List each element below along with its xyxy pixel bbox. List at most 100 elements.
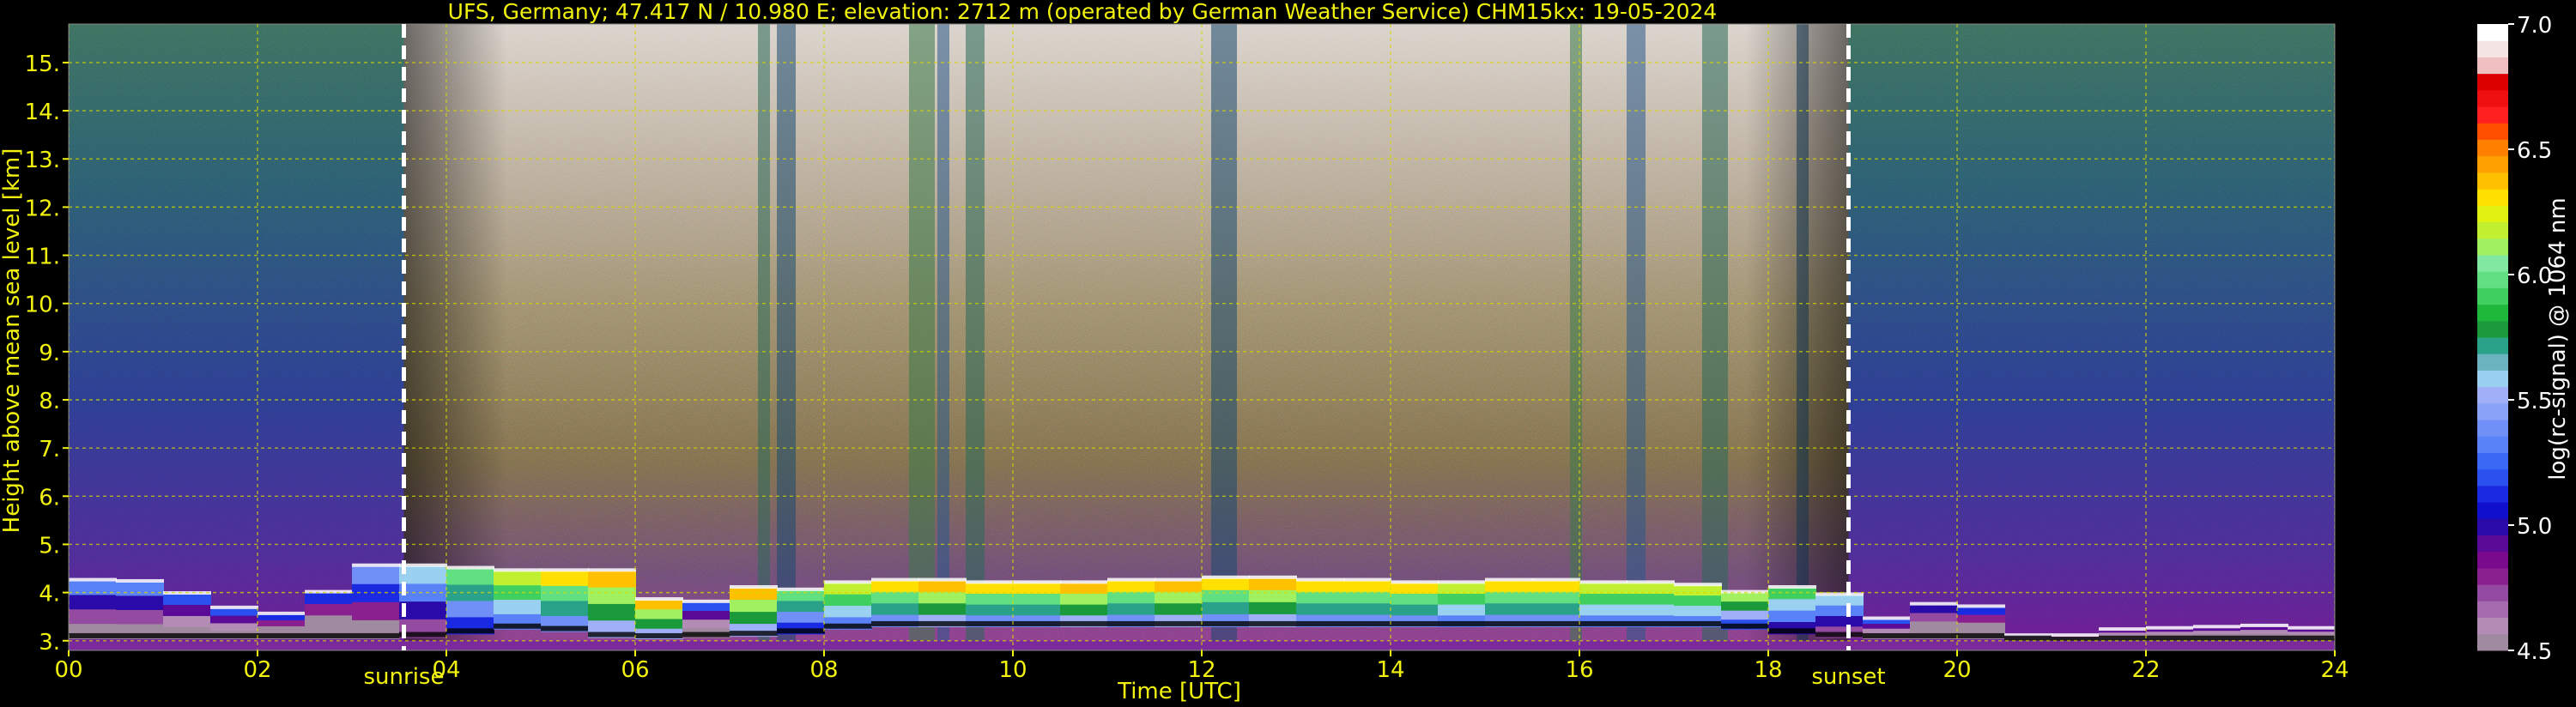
cloud-base-edge: [210, 632, 258, 638]
colorbar-swatch: [2477, 633, 2508, 651]
cloud-top-edge: [1155, 577, 1203, 582]
aerosol-streak: [1211, 24, 1237, 650]
cloud-base-edge: [116, 632, 164, 638]
sunrise-label: sunrise: [364, 664, 445, 690]
cloud-cell: [588, 571, 636, 589]
colorbar-swatch: [2477, 370, 2508, 388]
cloud-top-edge: [871, 577, 919, 582]
cloud-top-edge: [494, 568, 542, 572]
colorbar-swatch: [2477, 73, 2508, 91]
cloud-cell: [1674, 585, 1722, 597]
cloud-cell: [1013, 594, 1061, 606]
cloud-top-edge: [2099, 627, 2147, 631]
cloud-cell: [1060, 594, 1108, 606]
cloud-cell: [824, 583, 872, 595]
cloud-cell: [258, 619, 306, 627]
cloud-cell: [1532, 603, 1580, 616]
aerosol-streak: [777, 24, 796, 650]
cloud-cell: [1721, 601, 1769, 612]
cloud-cell: [1815, 615, 1864, 628]
colorbar-swatch: [2477, 452, 2508, 470]
cloud-base-edge: [2240, 635, 2288, 641]
cloud-cell: [1391, 594, 1439, 606]
cloud-cell: [1627, 604, 1675, 617]
cloud-cell: [730, 588, 778, 601]
cloud-base-edge: [1155, 620, 1203, 626]
cloud-base-edge: [966, 620, 1014, 626]
cloud-base-edge: [635, 632, 683, 638]
cloud-cell: [777, 589, 825, 602]
cloud-cell: [69, 609, 117, 625]
cloud-top-edge: [682, 599, 730, 603]
y-tick-label: 10.: [25, 293, 60, 318]
colorbar-swatch: [2477, 254, 2508, 272]
colorbar-swatch: [2477, 205, 2508, 223]
cloud-cell: [1957, 622, 2005, 631]
cloud-base-edge: [918, 620, 967, 626]
cloud-cell: [1910, 604, 1958, 614]
aerosol-streak: [1627, 24, 1646, 650]
cloud-cell: [1768, 588, 1816, 601]
cloud-base-edge: [1249, 620, 1297, 626]
cloud-base-edge: [1202, 620, 1250, 626]
cloud-cell: [1343, 580, 1391, 593]
cloud-top-edge: [1438, 580, 1486, 584]
cloud-cell: [1107, 603, 1155, 616]
cloud-top-edge: [1202, 575, 1250, 579]
cloud-cell: [1155, 591, 1203, 605]
plot-area: [69, 24, 2335, 650]
cloud-cell: [494, 571, 542, 587]
cloud-cell: [1815, 605, 1864, 617]
cloud-base-edge: [399, 631, 447, 638]
cloud-cell: [352, 583, 400, 603]
cloud-cell: [305, 615, 353, 628]
cloud-top-edge: [2052, 633, 2100, 638]
cloud-base-edge: [446, 628, 494, 634]
colorbar-swatch: [2477, 89, 2508, 107]
y-tick-label: 5.: [39, 533, 60, 559]
cloud-cell: [1438, 604, 1486, 617]
cloud-cell: [541, 601, 589, 617]
cloud-cell: [1957, 607, 2005, 616]
y-tick-label: 7.: [39, 437, 60, 462]
cloud-top-edge: [69, 577, 117, 582]
cloud-top-edge: [116, 578, 164, 583]
cloud-cell: [1060, 604, 1108, 617]
cloud-top-edge: [1910, 601, 1958, 606]
aerosol-streak: [966, 24, 985, 650]
colorbar-swatch: [2477, 420, 2508, 437]
colorbar-swatch: [2477, 40, 2508, 57]
y-tick-label: 4.: [39, 582, 60, 607]
y-axis-ticks: 3. 4. 5. 6. 7. 8. 9. 10. 11. 12. 13. 14. 15.: [25, 51, 69, 656]
cloud-cell: [1391, 604, 1439, 617]
cloud-top-edge: [1343, 577, 1391, 582]
cloud-cell: [1296, 603, 1344, 616]
dawn-transition: [403, 24, 507, 650]
cloud-cell: [399, 601, 447, 620]
y-tick-label: 15.: [25, 51, 60, 77]
cloud-cell: [966, 604, 1014, 617]
cloud-cell: [399, 565, 447, 585]
cloud-cell: [1579, 594, 1627, 606]
cloud-cell: [1343, 603, 1391, 616]
cloud-top-edge: [1391, 580, 1439, 584]
aerosol-streak: [1702, 24, 1728, 650]
cloud-cell: [1013, 604, 1061, 617]
y-tick-label: 9.: [39, 341, 60, 366]
x-tick-label: 02: [243, 657, 271, 683]
x-tick-label: 24: [2320, 657, 2349, 683]
cloud-cell: [116, 609, 164, 625]
cloud-cell: [682, 611, 730, 621]
cloud-cell: [682, 601, 730, 613]
cloud-cell: [777, 601, 825, 613]
cloud-cell: [69, 595, 117, 611]
y-tick-label: 13.: [25, 148, 60, 173]
colorbar-swatch: [2477, 584, 2508, 601]
cloud-cell: [918, 580, 967, 593]
cloud-base-edge: [1910, 632, 1958, 638]
cloud-top-edge: [1249, 575, 1297, 579]
cloud-cell: [730, 612, 778, 625]
cloud-cell: [1296, 580, 1344, 593]
cloud-base-edge: [1485, 620, 1533, 626]
cloud-top-edge: [1107, 577, 1155, 582]
